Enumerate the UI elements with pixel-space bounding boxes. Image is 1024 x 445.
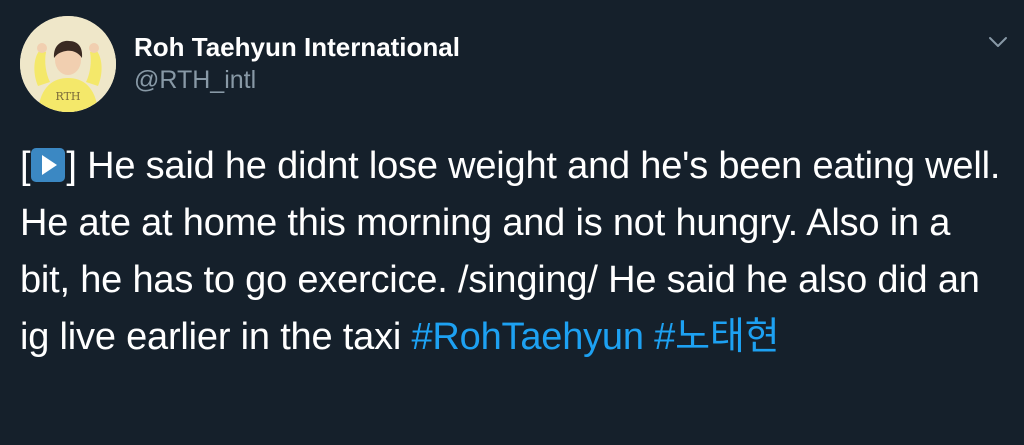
avatar-text: RTH bbox=[55, 90, 80, 103]
display-name[interactable]: Roh Taehyun International bbox=[134, 31, 460, 63]
tweet-card: RTH Roh Taehyun International @RTH_intl … bbox=[0, 0, 1024, 445]
user-names: Roh Taehyun International @RTH_intl bbox=[134, 31, 460, 97]
hashtag-korean[interactable]: #노태현 bbox=[654, 316, 779, 358]
play-button-emoji-icon bbox=[31, 148, 66, 182]
avatar-image: RTH bbox=[20, 16, 116, 112]
hashtag-rohtaehyun[interactable]: #RohTaehyun bbox=[411, 316, 644, 358]
open-bracket: [ bbox=[20, 145, 31, 187]
user-handle[interactable]: @RTH_intl bbox=[134, 63, 460, 97]
avatar[interactable]: RTH bbox=[20, 16, 116, 112]
tweet-header: RTH Roh Taehyun International @RTH_intl bbox=[20, 16, 460, 112]
tweet-text: [] He said he didnt lose weight and he's… bbox=[20, 138, 1010, 366]
chevron-down-icon[interactable] bbox=[986, 30, 1010, 54]
